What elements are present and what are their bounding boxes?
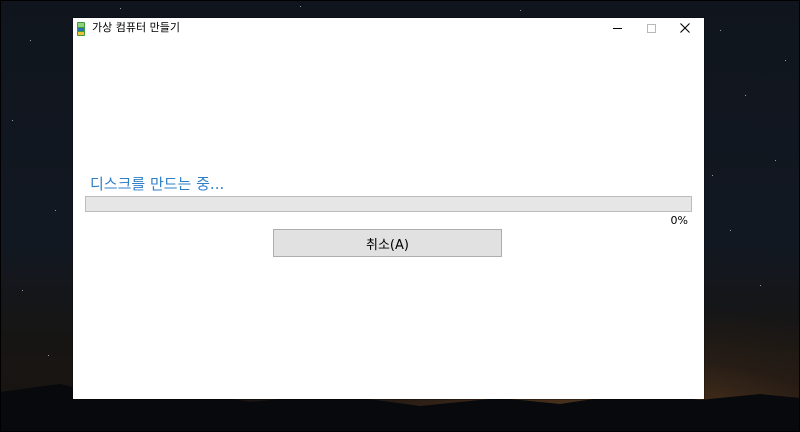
window-title: 가상 컴퓨터 만들기 [92, 21, 180, 34]
virtual-disk-app-icon [77, 21, 85, 36]
cancel-button[interactable]: 취소(A) [273, 229, 502, 257]
close-button[interactable] [668, 18, 702, 38]
minimize-button[interactable] [600, 18, 634, 38]
maximize-button[interactable] [634, 18, 668, 38]
progress-bar [85, 196, 692, 212]
title-bar[interactable]: 가상 컴퓨터 만들기 [73, 18, 704, 38]
minimize-icon [612, 27, 622, 29]
status-message: 디스크를 만드는 중... [90, 175, 225, 193]
maximize-icon [646, 23, 656, 33]
progress-percent-label: 0% [670, 214, 688, 227]
create-vm-window: 가상 컴퓨터 만들기 디스크를 만드는 중... 0% 취소(A) [73, 18, 704, 399]
close-icon [680, 23, 690, 33]
